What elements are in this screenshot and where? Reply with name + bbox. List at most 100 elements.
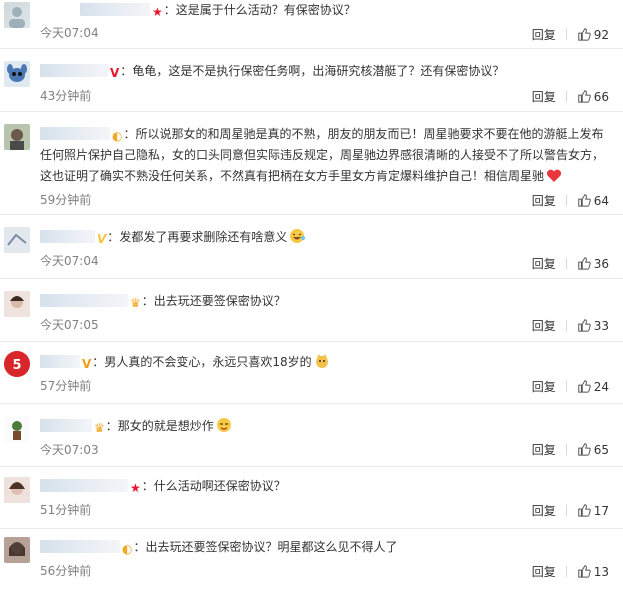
like-count: 24 xyxy=(593,380,609,394)
like-count: 13 xyxy=(593,565,609,579)
divider xyxy=(565,566,567,577)
comment-text: 发都发了再要求删除还有啥意义 xyxy=(119,230,288,244)
thumbs-up-icon xyxy=(577,90,591,103)
thumbs-up-icon xyxy=(577,565,591,578)
user-badge-icon: ★ xyxy=(152,5,163,19)
comment-actions: 回复 33 xyxy=(532,316,609,336)
comment-time: 43分钟前 xyxy=(40,89,92,103)
reply-button[interactable]: 回复 xyxy=(532,194,556,208)
thumbs-up-icon xyxy=(577,443,591,456)
user-name-blurred[interactable] xyxy=(40,64,108,77)
svg-text:5: 5 xyxy=(12,358,21,373)
comment-item: ★：这是属于什么活动？有保密协议？ 今天07:04 回复 92 xyxy=(0,0,623,49)
like-count: 65 xyxy=(593,443,609,457)
user-badge-icon: ★ xyxy=(130,481,141,495)
divider xyxy=(565,320,567,331)
comment-item: 5 V：男人真的不会变心，永远只喜欢18岁的 57分钟前 回复 24 xyxy=(0,342,623,404)
crown-badge-icon: ♛ xyxy=(94,421,105,435)
user-name-blurred[interactable] xyxy=(40,355,80,368)
avatar[interactable] xyxy=(4,537,30,563)
reply-button[interactable]: 回复 xyxy=(532,565,556,579)
reply-button[interactable]: 回复 xyxy=(532,319,556,333)
user-name-blurred[interactable] xyxy=(80,3,150,16)
like-button[interactable]: 33 xyxy=(577,319,609,333)
comment-item: ◐：出去玩还要签保密协议？明星都这么见不得人了 56分钟前 回复 13 xyxy=(0,529,623,589)
user-name-blurred[interactable] xyxy=(40,127,110,140)
thumbs-up-icon xyxy=(577,319,591,332)
comment-item: V：龟龟，这是不是执行保密任务啊，出海研究核潜艇了？还有保密协议？ 43分钟前 … xyxy=(0,49,623,112)
comment-time: 今天07:04 xyxy=(40,254,99,268)
comment-text: 男人真的不会变心，永远只喜欢18岁的 xyxy=(104,355,312,369)
comment-item: ◐：所以说那女的和周星驰是真的不熟，朋友的朋友而已！周星驰要求不要在他的游艇上发… xyxy=(0,112,623,215)
user-name-blurred[interactable] xyxy=(40,419,92,432)
thumbs-up-icon xyxy=(577,194,591,207)
comment-actions: 回复 66 xyxy=(532,87,609,107)
reply-button[interactable]: 回复 xyxy=(532,443,556,457)
user-name-blurred[interactable] xyxy=(40,230,95,243)
cat-emoji-icon xyxy=(315,354,328,368)
avatar[interactable] xyxy=(4,2,30,28)
heart-emoji-icon xyxy=(546,169,562,182)
avatar[interactable] xyxy=(4,124,30,150)
like-button[interactable]: 66 xyxy=(577,90,609,104)
laughing-emoji-icon xyxy=(290,229,306,243)
avatar[interactable]: 5 xyxy=(4,351,30,377)
avatar[interactable] xyxy=(4,227,30,253)
comment-text: 那女的就是想炒作 xyxy=(117,419,214,433)
comment-actions: 回复 13 xyxy=(532,562,609,582)
comment-line: ★：这是属于什么活动？有保密协议？ xyxy=(40,0,609,21)
user-name-blurred[interactable] xyxy=(40,540,120,553)
like-count: 64 xyxy=(593,194,609,208)
reply-button[interactable]: 回复 xyxy=(532,380,556,394)
comment-line: ★：什么活动啊还保密协议？ xyxy=(40,476,609,497)
like-button[interactable]: 64 xyxy=(577,194,609,208)
reply-button[interactable]: 回复 xyxy=(532,28,556,42)
like-count: 36 xyxy=(593,257,609,271)
thumbs-up-icon xyxy=(577,504,591,517)
comment-text: 出去玩还要签保密协议？明星都这么见不得人了 xyxy=(145,540,398,554)
thumbs-up-icon xyxy=(577,380,591,393)
comment-line: V：男人真的不会变心，永远只喜欢18岁的 xyxy=(40,352,609,373)
avatar[interactable] xyxy=(4,416,30,442)
divider xyxy=(565,29,567,40)
like-button[interactable]: 92 xyxy=(577,28,609,42)
crown-badge-icon: ♛ xyxy=(130,296,141,310)
comment-line: ♛：那女的就是想炒作 xyxy=(40,416,609,437)
divider xyxy=(565,505,567,516)
user-name-blurred[interactable] xyxy=(40,479,128,492)
like-button[interactable]: 24 xyxy=(577,380,609,394)
comment-time: 59分钟前 xyxy=(40,193,92,207)
like-button[interactable]: 65 xyxy=(577,443,609,457)
verified-badge-icon: V xyxy=(97,232,107,246)
comment-actions: 回复 65 xyxy=(532,440,609,460)
reply-button[interactable]: 回复 xyxy=(532,257,556,271)
comment-actions: 回复 36 xyxy=(532,254,609,274)
divider xyxy=(565,381,567,392)
divider xyxy=(565,91,567,102)
avatar[interactable] xyxy=(4,291,30,317)
avatar[interactable] xyxy=(4,477,30,503)
divider xyxy=(565,258,567,269)
comment-time: 今天07:03 xyxy=(40,443,99,457)
reply-button[interactable]: 回复 xyxy=(532,504,556,518)
like-count: 92 xyxy=(593,28,609,42)
verified-badge-icon: V xyxy=(110,66,120,80)
member-badge-icon: ◐ xyxy=(122,542,133,556)
user-name-blurred[interactable] xyxy=(40,294,128,307)
avatar[interactable] xyxy=(4,61,30,87)
comment-text: 这是属于什么活动？有保密协议？ xyxy=(175,3,356,17)
like-button[interactable]: 13 xyxy=(577,565,609,579)
divider xyxy=(565,195,567,206)
like-button[interactable]: 36 xyxy=(577,257,609,271)
comment-time: 56分钟前 xyxy=(40,564,92,578)
comment-actions: 回复 64 xyxy=(532,191,609,211)
comment-line: ◐：所以说那女的和周星驰是真的不熟，朋友的朋友而已！周星驰要求不要在他的游艇上发… xyxy=(40,127,605,183)
member-badge-icon: ◐ xyxy=(112,129,123,143)
thumbs-up-icon xyxy=(577,28,591,41)
like-count: 17 xyxy=(593,504,609,518)
reply-button[interactable]: 回复 xyxy=(532,90,556,104)
comment-item: ♛：那女的就是想炒作 今天07:03 回复 65 xyxy=(0,404,623,467)
like-button[interactable]: 17 xyxy=(577,504,609,518)
comment-line: ♛：出去玩还要签保密协议？ xyxy=(40,291,609,312)
comment-text: 龟龟，这是不是执行保密任务啊，出海研究核潜艇了？还有保密协议？ xyxy=(132,64,505,78)
